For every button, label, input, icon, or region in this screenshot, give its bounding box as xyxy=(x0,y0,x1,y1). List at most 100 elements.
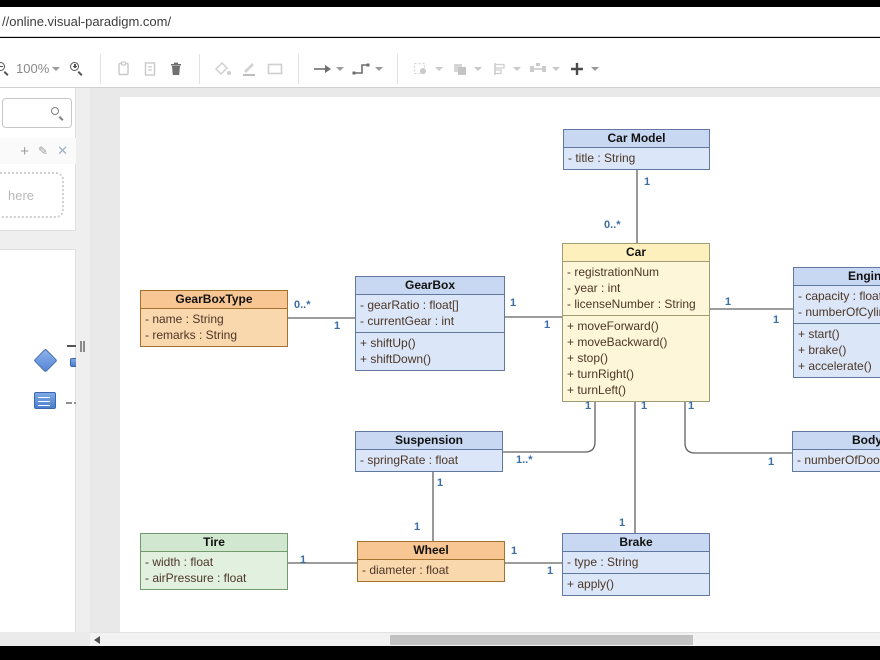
class-operations: + start()+ brake()+ accelerate() xyxy=(794,323,880,377)
splitter-grip-icon xyxy=(80,341,85,352)
edit-icon[interactable]: ✎ xyxy=(38,144,48,158)
class-wheel[interactable]: Wheel- diameter : float xyxy=(357,541,505,582)
class-suspension[interactable]: Suspension- springRate : float xyxy=(355,431,503,472)
class-operations: + shiftUp()+ shiftDown() xyxy=(356,332,504,370)
dropzone-label: here xyxy=(8,188,34,203)
connector-style-icon[interactable] xyxy=(348,57,374,81)
scroll-left-icon[interactable] xyxy=(94,636,100,644)
add-icon[interactable]: + xyxy=(20,143,29,160)
class-name: GearBoxType xyxy=(141,291,287,309)
class-name: Engine xyxy=(794,268,880,286)
class-name: Wheel xyxy=(358,542,504,560)
panel-splitter[interactable] xyxy=(76,88,90,646)
trash-icon[interactable] xyxy=(163,57,189,81)
class-name: Car xyxy=(563,244,709,262)
class-tire[interactable]: Tire- width : float- airPressure : float xyxy=(140,533,288,590)
class-name: Body xyxy=(793,432,880,450)
class-car-model[interactable]: Car Model- title : String xyxy=(563,129,710,170)
panel-footer xyxy=(0,632,90,646)
class-attributes: - name : String- remarks : String xyxy=(141,309,287,346)
move-caret[interactable] xyxy=(435,67,443,71)
multiplicity-label: 1 xyxy=(688,400,694,412)
class-operations: + moveForward()+ moveBackward()+ stop()+… xyxy=(563,315,709,401)
note-shape-icon[interactable] xyxy=(30,385,60,415)
close-icon[interactable]: ✕ xyxy=(57,143,68,159)
panel-divider-band xyxy=(0,230,76,250)
url-text[interactable]: //online.visual-paradigm.com/ xyxy=(2,14,171,29)
shape-dropzone[interactable]: here xyxy=(0,172,64,218)
zoom-out-icon[interactable] xyxy=(0,57,10,81)
align-caret[interactable] xyxy=(513,67,521,71)
multiplicity-label: 0..* xyxy=(604,219,621,231)
class-engine[interactable]: Engine- capacity : float- numberOfCylind… xyxy=(793,267,880,378)
class-attributes: - type : String xyxy=(563,552,709,573)
top-black-bar xyxy=(0,0,880,7)
distribute-icon[interactable] xyxy=(525,57,551,81)
connector-style-caret[interactable] xyxy=(375,67,383,71)
class-name: Suspension xyxy=(356,432,502,450)
bring-forward-icon[interactable] xyxy=(447,57,473,81)
zoom-level-value[interactable]: 100% xyxy=(16,61,49,76)
class-gearboxtype[interactable]: GearBoxType- name : String- remarks : St… xyxy=(140,290,288,347)
multiplicity-label: 1 xyxy=(414,521,420,533)
editor-toolbar: 100% xyxy=(0,50,880,88)
class-name: Car Model xyxy=(564,130,709,148)
multiplicity-label: 1 xyxy=(437,477,443,489)
class-body[interactable]: Body- numberOfDoors : int xyxy=(792,431,880,472)
distribute-caret[interactable] xyxy=(552,67,560,71)
multiplicity-label: 1 xyxy=(544,319,550,331)
class-name: Tire xyxy=(141,534,287,552)
multiplicity-label: 1 xyxy=(773,314,779,326)
class-attributes: - registrationNum- year : int- licenseNu… xyxy=(563,262,709,315)
horizontal-scrollbar[interactable] xyxy=(90,632,880,646)
multiplicity-label: 1 xyxy=(585,400,591,412)
add-shape-caret[interactable] xyxy=(591,67,599,71)
paste-icon[interactable] xyxy=(111,57,137,81)
class-attributes: - width : float- airPressure : float xyxy=(141,552,287,589)
move-icon[interactable] xyxy=(408,57,434,81)
class-attributes: - diameter : float xyxy=(358,560,504,581)
class-operations: + apply() xyxy=(563,573,709,595)
diagram-abs: Car Model- title : String Car- registrati… xyxy=(90,88,880,632)
app-window: //online.visual-paradigm.com/ 100% xyxy=(0,0,880,660)
diagram-canvas[interactable]: Car Model- title : String Car- registrati… xyxy=(90,88,880,632)
multiplicity-label: 1 xyxy=(510,297,516,309)
multiplicity-label: 1 xyxy=(511,545,517,557)
zoom-in-icon[interactable] xyxy=(64,57,90,81)
multiplicity-label: 0..* xyxy=(294,299,311,311)
search-input[interactable] xyxy=(2,98,72,128)
line-color-icon[interactable] xyxy=(236,57,262,81)
search-icon xyxy=(51,107,64,120)
class-attributes: - numberOfDoors : int xyxy=(793,450,880,471)
browser-url-bar[interactable]: //online.visual-paradigm.com/ xyxy=(0,7,880,37)
class-name: GearBox xyxy=(356,277,504,295)
class-attributes: - springRate : float xyxy=(356,450,502,471)
multiplicity-label: 1 xyxy=(547,565,553,577)
class-brake[interactable]: Brake- type : String+ apply() xyxy=(562,533,710,596)
note-icon[interactable] xyxy=(137,57,163,81)
multiplicity-label: 1 xyxy=(300,554,306,566)
multiplicity-label: 1..* xyxy=(516,454,533,466)
multiplicity-label: 1 xyxy=(619,517,625,529)
gateway-diamond-icon[interactable] xyxy=(30,345,60,375)
shape-style-icon[interactable] xyxy=(262,57,288,81)
multiplicity-label: 1 xyxy=(641,400,647,412)
class-attributes: - gearRatio : float[]- currentGear : int xyxy=(356,295,504,332)
class-car[interactable]: Car- registrationNum- year : int- licens… xyxy=(562,243,710,402)
multiplicity-label: 1 xyxy=(725,296,731,308)
arrow-style-icon[interactable] xyxy=(309,57,335,81)
multiplicity-label: 1 xyxy=(768,456,774,468)
class-gearbox[interactable]: GearBox- gearRatio : float[]- currentGea… xyxy=(355,276,505,371)
arrow-style-caret[interactable] xyxy=(336,67,344,71)
bring-forward-caret[interactable] xyxy=(474,67,482,71)
bottom-black-bar xyxy=(0,646,880,660)
panel-actions: + ✎ ✕ xyxy=(0,138,76,164)
add-shape-icon[interactable] xyxy=(564,57,590,81)
zoom-level-caret[interactable] xyxy=(52,67,60,71)
class-name: Brake xyxy=(563,534,709,552)
class-attributes: - capacity : float- numberOfCylinders : … xyxy=(794,286,880,323)
fill-color-icon[interactable] xyxy=(210,57,236,81)
multiplicity-label: 1 xyxy=(334,320,340,332)
align-icon[interactable] xyxy=(486,57,512,81)
scrollbar-thumb[interactable] xyxy=(390,635,693,645)
